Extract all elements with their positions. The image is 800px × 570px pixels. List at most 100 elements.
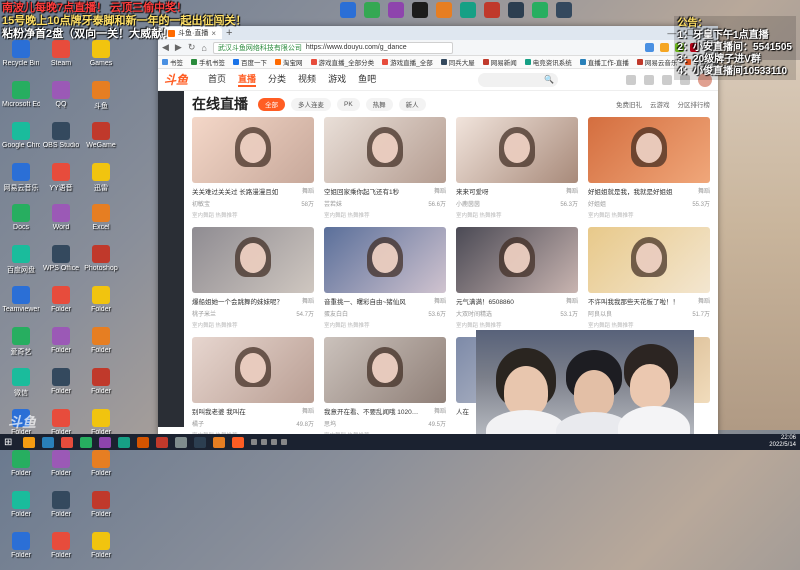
desktop-icon[interactable]: 爱奇艺 — [2, 327, 40, 365]
home-button[interactable]: ⌂ — [201, 43, 206, 53]
nav-category[interactable]: 分类 — [268, 72, 286, 87]
stream-thumbnail[interactable] — [192, 117, 314, 183]
nav-video[interactable]: 视频 — [298, 72, 316, 87]
desktop-icon[interactable]: 迅雷 — [82, 163, 120, 201]
desktop-icon[interactable]: QQ — [42, 81, 80, 119]
desktop-icon[interactable]: Photoshop — [82, 245, 120, 283]
stream-card[interactable]: 关关难过关关过 长路漫漫且如 舞蹈 初敏宝 58万 室内舞蹈 热舞推荐 — [192, 117, 314, 221]
stream-category[interactable]: 舞蹈 — [302, 406, 314, 416]
app-icon[interactable] — [460, 2, 476, 18]
desktop-icon[interactable]: Games — [82, 40, 120, 78]
desktop-icon[interactable]: Folder — [42, 491, 80, 529]
reload-button[interactable]: ↻ — [188, 42, 196, 53]
stream-title[interactable]: 别叫我老婆 我叫在 — [192, 406, 246, 416]
stream-category[interactable]: 舞蹈 — [698, 186, 710, 196]
app-icon[interactable] — [364, 2, 380, 18]
app-icon[interactable] — [508, 2, 524, 18]
desktop-icon[interactable]: Google Chrome — [2, 122, 40, 160]
desktop-icon[interactable]: Word — [42, 204, 80, 242]
desktop-icon[interactable]: Folder — [82, 368, 120, 406]
desktop-icon[interactable]: WPS Office — [42, 245, 80, 283]
douyu-app-icon[interactable] — [232, 436, 244, 448]
desktop-icon[interactable]: Folder — [82, 286, 120, 324]
desktop-icon[interactable]: Recycle Bin — [2, 40, 40, 78]
browser-icon[interactable] — [42, 436, 54, 448]
desktop-icon[interactable]: Teamviewer — [2, 286, 40, 324]
filter-multi[interactable]: 多人连麦 — [291, 97, 331, 111]
app-icon[interactable] — [412, 2, 428, 18]
gift-link[interactable]: 免费旧礼 — [616, 99, 642, 109]
desktop-icon[interactable]: Microsoft Edge — [2, 81, 40, 119]
desktop-icon[interactable]: Folder — [42, 450, 80, 488]
stream-card[interactable]: 元气满满！6508860 舞蹈 大双时间精选 53.1万 室内舞蹈 热舞推荐 — [456, 227, 578, 331]
stream-card[interactable]: 我意开在看、不要乱闻哦 10204181舞蹈思坞49.5万室内舞蹈 热舞推荐 — [324, 337, 446, 438]
app-icon[interactable] — [61, 436, 73, 448]
stream-title[interactable]: 元气满满！6508860 — [456, 296, 514, 306]
desktop-icon[interactable]: Folder — [82, 491, 120, 529]
nav-game[interactable]: 游戏 — [328, 72, 346, 87]
stream-thumbnail[interactable] — [456, 117, 578, 183]
stream-thumbnail[interactable] — [588, 117, 710, 183]
stream-card[interactable]: 来来可爱呀 舞蹈 小鹿茵茵 56.3万 室内舞蹈 热舞推荐 — [456, 117, 578, 221]
url-input[interactable]: 武汉斗鱼网络科技有限公司 https://www.douyu.com/g_dan… — [212, 41, 453, 54]
extension-icon[interactable] — [645, 43, 654, 52]
nav-yuba[interactable]: 鱼吧 — [358, 72, 376, 87]
bookmark-item[interactable]: 百度一下 — [233, 57, 267, 67]
desktop-icon[interactable]: Folder — [82, 327, 120, 365]
streamer-name[interactable]: 桃子米兰 — [192, 309, 216, 318]
stream-title[interactable]: 好姐姐就是我，我就是好姐姐 — [588, 186, 673, 196]
forward-button[interactable]: ▶ — [175, 42, 182, 53]
back-button[interactable]: ◀ — [162, 42, 169, 53]
stream-title[interactable]: 来来可爱呀 — [456, 186, 489, 196]
streamer-name[interactable]: 好姐姐 — [588, 199, 606, 208]
app-icon[interactable] — [213, 436, 225, 448]
stream-title[interactable]: 我意开在看、不要乱闻哦 10204181 — [324, 406, 420, 416]
streamer-name[interactable]: 小鹿茵茵 — [456, 199, 480, 208]
filter-pk[interactable]: PK — [337, 97, 360, 111]
stream-category[interactable]: 舞蹈 — [302, 296, 314, 306]
desktop-icon[interactable]: Steam — [42, 40, 80, 78]
streamer-name[interactable]: 芸若妹 — [324, 199, 342, 208]
cloud-game-link[interactable]: 云游戏 — [650, 99, 670, 109]
extension-icon[interactable] — [660, 43, 669, 52]
streamer-name[interactable]: 橘子 — [192, 419, 204, 428]
bookmark-item[interactable]: 直播工作-直播 — [579, 57, 629, 67]
ranking-link[interactable]: 分区排行榜 — [678, 99, 711, 109]
desktop-icon[interactable]: Folder — [2, 532, 40, 570]
stream-card[interactable]: 别叫我老婆 我叫在舞蹈橘子49.8万室内舞蹈 热舞推荐 — [192, 337, 314, 438]
stream-category[interactable]: 舞蹈 — [566, 186, 578, 196]
stream-thumbnail[interactable] — [324, 337, 446, 403]
desktop-icon[interactable]: Folder — [42, 368, 80, 406]
streamer-name[interactable]: 大双时间精选 — [456, 309, 492, 318]
download-icon[interactable] — [662, 74, 672, 85]
desktop-icon[interactable]: Docs — [2, 204, 40, 242]
tray-icon[interactable] — [261, 439, 267, 445]
tray-icon[interactable] — [251, 439, 257, 445]
bookmark-item[interactable]: 手机书签 — [191, 57, 225, 67]
app-icon[interactable] — [80, 436, 92, 448]
app-icon[interactable] — [194, 436, 206, 448]
app-icon[interactable] — [175, 436, 187, 448]
desktop-icon[interactable]: 网易云音乐 — [2, 163, 40, 201]
app-icon[interactable] — [340, 2, 356, 18]
follow-icon[interactable] — [644, 74, 654, 85]
app-icon[interactable] — [388, 2, 404, 18]
filter-all[interactable]: 全部 — [258, 97, 285, 111]
search-input[interactable]: 🔍 — [478, 72, 559, 87]
app-icon[interactable] — [156, 436, 168, 448]
app-icon[interactable] — [118, 436, 130, 448]
desktop-icon[interactable]: Folder — [42, 532, 80, 570]
stream-category[interactable]: 舞蹈 — [434, 406, 446, 416]
stream-category[interactable]: 舞蹈 — [302, 186, 314, 196]
app-icon[interactable] — [484, 2, 500, 18]
stream-card[interactable]: 空姐回家乘你起飞还有1秒 舞蹈 芸若妹 56.6万 室内舞蹈 热舞推荐 — [324, 117, 446, 221]
stream-card[interactable]: 不许叫我我那些天花板了啦！！ 舞蹈 阿良以良 51.7万 室内舞蹈 热舞推荐 — [588, 227, 710, 331]
bookmark-item[interactable]: 游戏直播_全部 — [382, 57, 433, 67]
stream-title[interactable]: 关关难过关关过 长路漫漫且如 — [192, 186, 278, 196]
desktop-icon[interactable]: OBS Studio — [42, 122, 80, 160]
stream-card[interactable]: 好姐姐就是我，我就是好姐姐 舞蹈 好姐姐 55.3万 室内舞蹈 热舞推荐 — [588, 117, 710, 221]
search-icon[interactable]: 🔍 — [544, 75, 554, 84]
desktop-icon[interactable]: Excel — [82, 204, 120, 242]
app-icon[interactable] — [556, 2, 572, 18]
stream-card[interactable]: 爆船姐她一个会跳舞的妹妹呢？ 舞蹈 桃子米兰 54.7万 室内舞蹈 热舞推荐 — [192, 227, 314, 331]
